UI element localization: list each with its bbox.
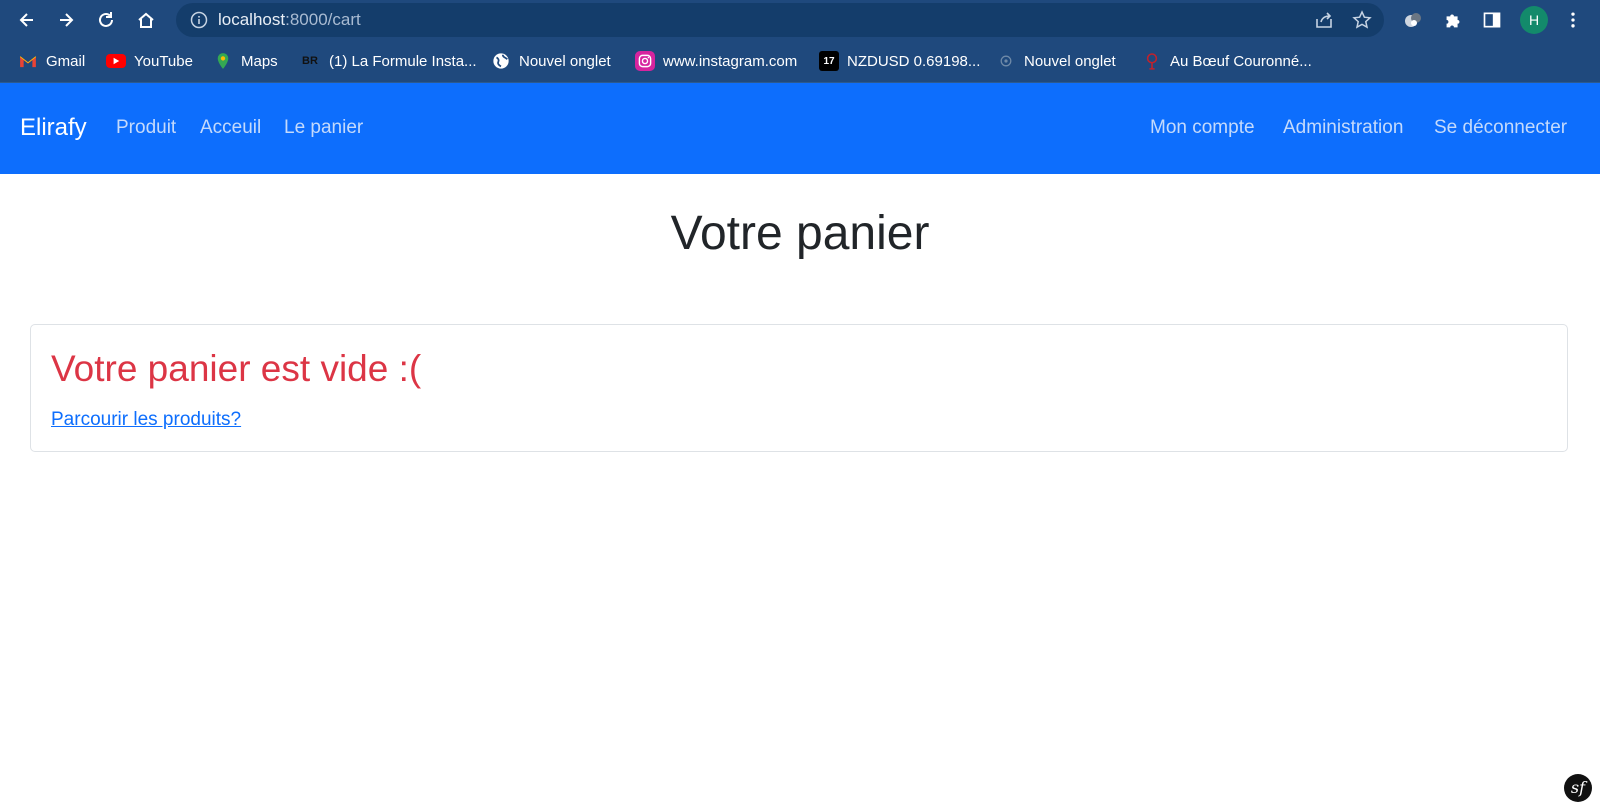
site-info-icon[interactable] <box>190 11 208 29</box>
bookmark-maps[interactable]: Maps <box>213 48 278 74</box>
bookmark-nzdusd[interactable]: 17 NZDUSD 0.69198... <box>819 48 980 74</box>
bookmark-gmail[interactable]: Gmail <box>18 48 85 74</box>
bookmark-formule[interactable]: BR (1) La Formule Insta... <box>299 48 477 74</box>
profile-avatar[interactable]: H <box>1520 6 1548 34</box>
maps-icon <box>213 51 233 71</box>
nav-link-deconnecter[interactable]: Se déconnecter <box>1434 115 1567 141</box>
bookmark-instagram[interactable]: www.instagram.com <box>635 48 797 74</box>
menu-kebab-icon[interactable] <box>1561 8 1585 32</box>
bookmark-label: Nouvel onglet <box>519 52 611 70</box>
bookmark-label: YouTube <box>134 52 193 70</box>
bookmark-boeuf[interactable]: Au Bœuf Couronné... <box>1142 48 1312 74</box>
site-navbar: Elirafy Produit Acceuil Le panier Mon co… <box>0 83 1600 174</box>
symfony-toolbar-icon[interactable]: sf <box>1564 774 1592 802</box>
bookmark-youtube[interactable]: YouTube <box>106 48 193 74</box>
empty-cart-message: Votre panier est vide :( <box>51 348 422 389</box>
browser-toolbar: localhost:8000/cart H <box>0 0 1600 40</box>
nav-link-mon-compte[interactable]: Mon compte <box>1150 115 1255 141</box>
bookmark-label: www.instagram.com <box>663 52 798 70</box>
reload-icon[interactable] <box>91 5 121 35</box>
bookmark-nouvel-onglet-2[interactable]: Nouvel onglet <box>996 48 1116 74</box>
side-panel-icon[interactable] <box>1480 8 1504 32</box>
brand-link[interactable]: Elirafy <box>20 113 87 143</box>
extension-icon[interactable] <box>1401 8 1425 32</box>
tradingview-icon: 17 <box>819 51 839 71</box>
nav-link-panier[interactable]: Le panier <box>284 115 363 141</box>
nav-link-administration[interactable]: Administration <box>1283 115 1403 141</box>
bookmark-label: Au Bœuf Couronné... <box>1170 52 1312 70</box>
bookmark-label: Nouvel onglet <box>1024 52 1116 70</box>
extensions-puzzle-icon[interactable] <box>1441 8 1465 32</box>
globe-icon <box>491 51 511 71</box>
br-icon: BR <box>302 55 318 67</box>
bookmark-label: (1) La Formule Insta... <box>329 52 477 70</box>
bookmark-nouvel-onglet-1[interactable]: Nouvel onglet <box>491 48 611 74</box>
new-tab-icon <box>996 51 1016 71</box>
bookmark-label: NZDUSD 0.69198... <box>847 52 981 70</box>
browse-products-link[interactable]: Parcourir les produits? <box>51 408 241 432</box>
url-host: localhost <box>218 10 286 29</box>
page-title: Votre panier <box>670 207 930 260</box>
gmail-icon <box>18 51 38 71</box>
restaurant-icon <box>1142 51 1162 71</box>
address-bar[interactable]: localhost:8000/cart <box>176 3 1384 37</box>
bookmark-label: Maps <box>241 52 278 70</box>
empty-cart-card: Votre panier est vide :( Parcourir les p… <box>30 324 1568 452</box>
nav-link-acceuil[interactable]: Acceuil <box>200 115 261 141</box>
youtube-icon <box>106 54 126 68</box>
bookmark-label: Gmail <box>46 52 86 70</box>
address-url: localhost:8000/cart <box>218 3 361 37</box>
back-icon[interactable] <box>12 5 42 35</box>
bookmark-star-icon[interactable] <box>1352 10 1372 30</box>
url-path: :8000/cart <box>285 10 361 29</box>
home-icon[interactable] <box>131 5 161 35</box>
nav-link-produit[interactable]: Produit <box>116 115 176 141</box>
share-icon[interactable] <box>1314 10 1334 30</box>
forward-icon[interactable] <box>51 5 81 35</box>
instagram-icon <box>635 51 655 71</box>
